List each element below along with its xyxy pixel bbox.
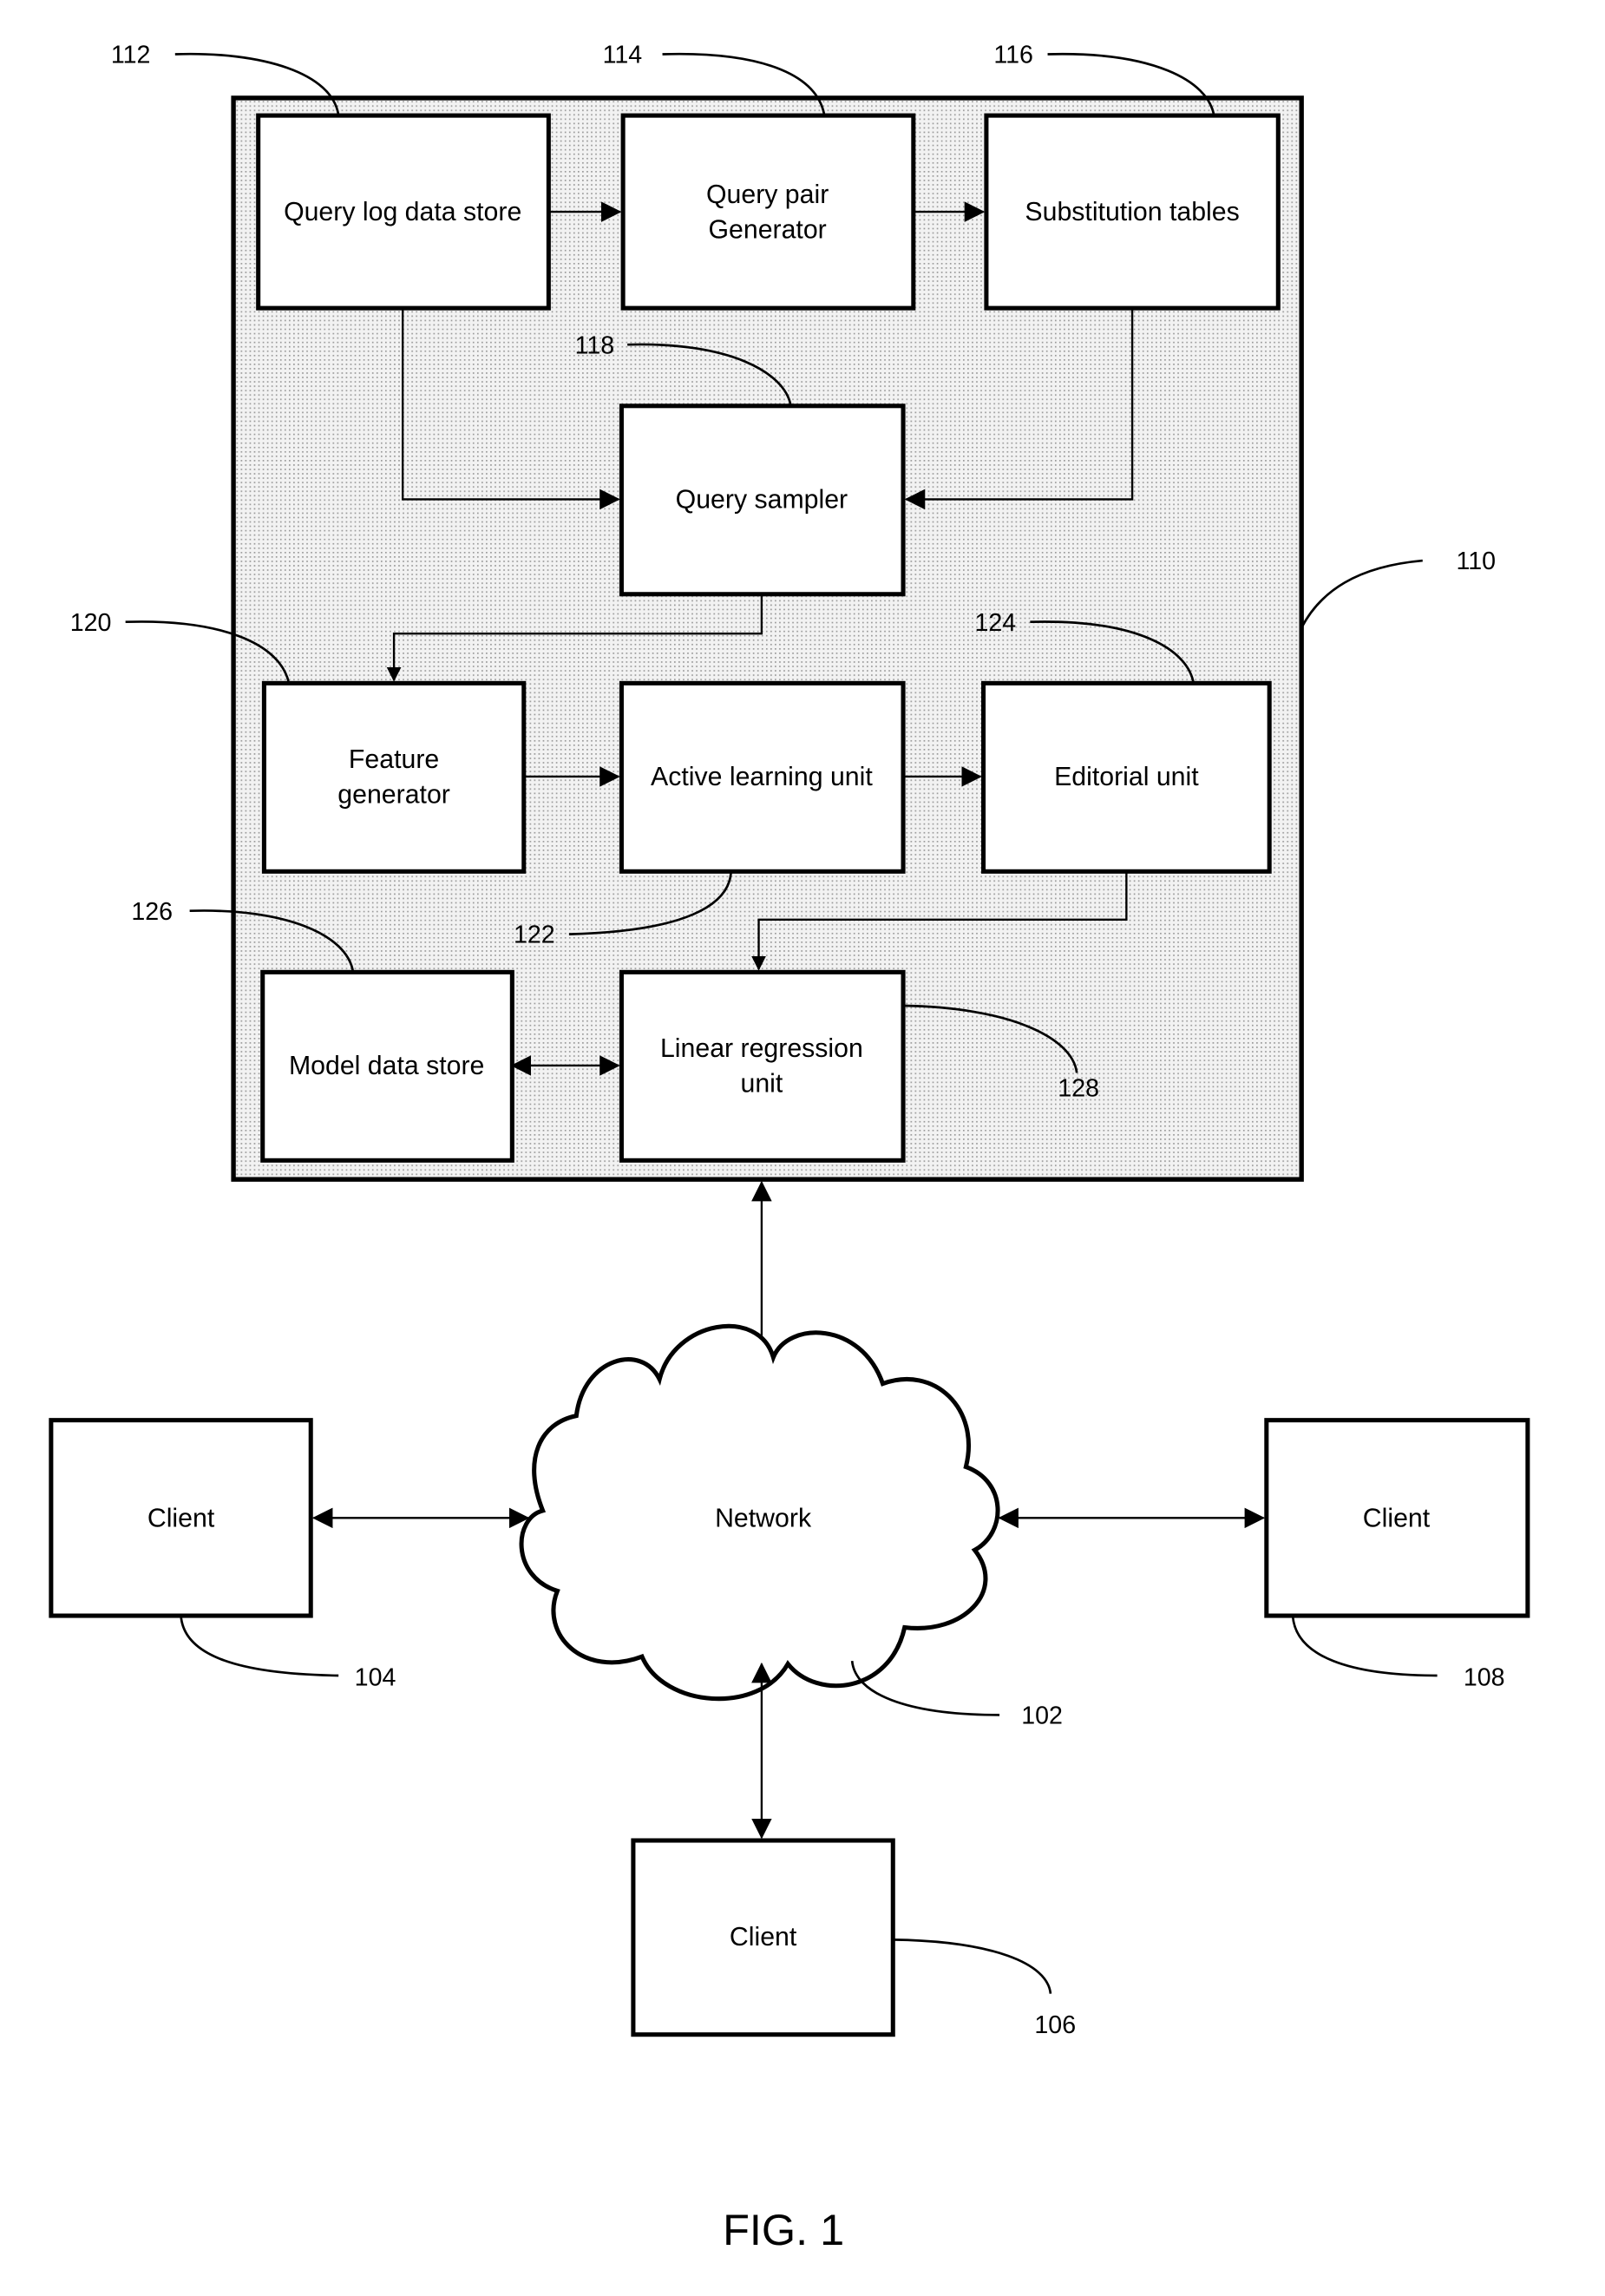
system-diagram: 110 Query log data store 112 Query pair …	[49, 42, 1530, 2254]
svg-text:Feature: Feature	[349, 745, 439, 774]
svg-text:Query pair: Query pair	[706, 180, 829, 209]
ref-leader-104	[180, 1615, 339, 1677]
svg-text:Client: Client	[730, 1923, 797, 1952]
ref-104: 104	[355, 1664, 396, 1692]
box-active-learning-unit: Active learning unit	[619, 680, 906, 874]
svg-text:Network: Network	[715, 1504, 812, 1532]
ref-leader-108	[1291, 1615, 1438, 1677]
ref-106: 106	[1034, 2011, 1076, 2039]
svg-text:Substitution tables: Substitution tables	[1025, 198, 1239, 226]
svg-text:Client: Client	[1363, 1504, 1431, 1532]
ref-112: 112	[111, 42, 151, 69]
ref-leader-106	[893, 1938, 1052, 1994]
ref-110: 110	[1456, 548, 1496, 575]
box-query-sampler: Query sampler	[619, 403, 906, 597]
svg-text:unit: unit	[741, 1069, 783, 1098]
svg-text:Active learning unit: Active learning unit	[651, 763, 873, 791]
ref-124: 124	[974, 609, 1016, 637]
box-model-data-store: Model data store	[260, 969, 514, 1163]
ref-leader-110	[1300, 559, 1423, 629]
box-editorial-unit: Editorial unit	[981, 680, 1272, 874]
box-substitution-tables: Substitution tables	[984, 113, 1281, 311]
ref-122: 122	[514, 922, 555, 949]
ref-126: 126	[131, 898, 173, 926]
ref-108: 108	[1464, 1664, 1505, 1692]
svg-text:Query sampler: Query sampler	[676, 486, 848, 515]
figure-caption: FIG. 1	[723, 2205, 844, 2254]
svg-text:generator: generator	[337, 780, 450, 809]
client-box-106: Client	[631, 1838, 895, 2037]
ref-114: 114	[603, 42, 643, 69]
box-query-pair-generator: Query pair Generator	[620, 113, 916, 311]
client-box-108: Client	[1264, 1418, 1530, 1618]
ref-128: 128	[1058, 1074, 1099, 1102]
svg-text:Editorial unit: Editorial unit	[1054, 763, 1199, 791]
ref-116: 116	[993, 42, 1033, 69]
svg-text:Client: Client	[147, 1504, 215, 1532]
svg-text:Generator: Generator	[708, 215, 826, 244]
box-linear-regression-unit: Linear regression unit	[619, 969, 906, 1163]
ref-102: 102	[1021, 1702, 1063, 1729]
svg-text:Linear regression: Linear regression	[660, 1034, 863, 1063]
ref-120: 120	[70, 609, 112, 637]
box-feature-generator: Feature generator	[261, 680, 527, 874]
box-query-log-data-store: Query log data store	[256, 113, 551, 311]
svg-text:Model data store: Model data store	[289, 1052, 484, 1080]
ref-118: 118	[575, 331, 615, 359]
network-cloud: Network	[519, 1323, 1000, 1702]
svg-text:Query log data store: Query log data store	[284, 198, 521, 226]
client-box-104: Client	[49, 1418, 313, 1618]
